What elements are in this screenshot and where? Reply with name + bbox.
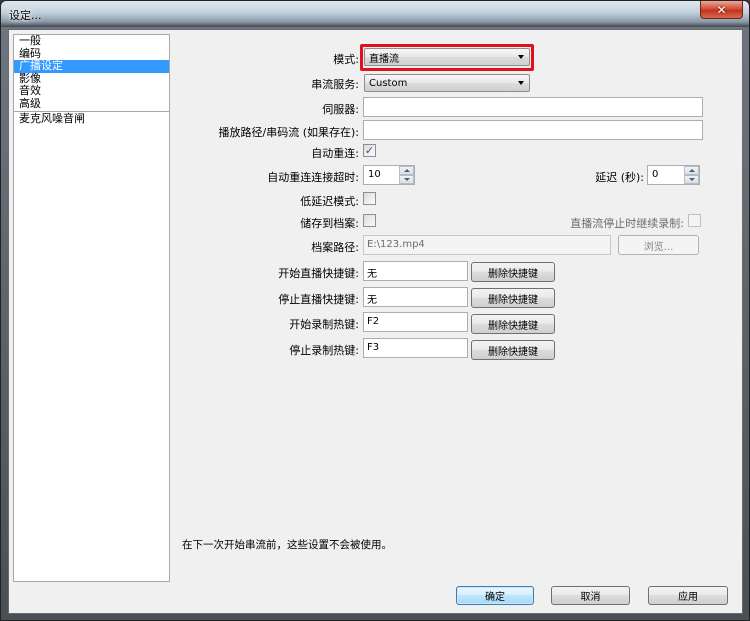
playpath-input[interactable] bbox=[363, 120, 703, 140]
clear-start-record-hotkey-button[interactable]: 删除快捷键 bbox=[471, 314, 555, 334]
spin-up-arrow-icon[interactable] bbox=[399, 166, 414, 175]
close-icon: ✕ bbox=[716, 2, 727, 17]
spin-up-arrow-icon[interactable] bbox=[684, 166, 699, 175]
server-label: 伺服器: bbox=[322, 103, 359, 116]
settings-note: 在下一次开始串流前，这些设置不会被使用。 bbox=[182, 539, 392, 551]
reconnect-timeout-label: 自动重连连接超时: bbox=[267, 171, 359, 184]
spin-down-arrow-icon[interactable] bbox=[399, 175, 414, 184]
checkmark-icon: ✓ bbox=[364, 144, 375, 157]
stop-stream-hotkey-label: 停止直播快捷键: bbox=[278, 293, 359, 306]
file-path-label: 档案路径: bbox=[311, 241, 359, 254]
clear-start-stream-hotkey-button[interactable]: 删除快捷键 bbox=[471, 262, 555, 282]
start-record-hotkey-label: 开始录制热键: bbox=[289, 318, 359, 331]
spin-down-arrow-icon[interactable] bbox=[684, 175, 699, 184]
service-label: 串流服务: bbox=[311, 78, 359, 91]
reconnect-timeout-value: 10 bbox=[368, 169, 381, 180]
start-stream-hotkey-input[interactable]: 无 bbox=[363, 261, 468, 281]
start-stream-hotkey-label: 开始直播快捷键: bbox=[278, 267, 359, 280]
clear-stop-record-hotkey-button[interactable]: 删除快捷键 bbox=[471, 340, 555, 360]
save-to-file-label: 储存到档案: bbox=[300, 217, 359, 230]
save-to-file-checkbox[interactable] bbox=[363, 214, 376, 227]
reconnect-timeout-spinbox[interactable]: 10 bbox=[363, 165, 415, 185]
browse-button[interactable]: 浏览... bbox=[618, 235, 699, 255]
spin-buttons bbox=[684, 166, 699, 184]
title-bar[interactable]: 设定... ✕ bbox=[1, 1, 749, 27]
chevron-down-icon bbox=[518, 81, 524, 85]
playpath-label: 播放路径/串码流 (如果存在): bbox=[218, 126, 360, 139]
keep-recording-label: 直播流停止时继续录制: bbox=[570, 217, 684, 230]
stop-record-hotkey-label: 停止录制热键: bbox=[289, 344, 359, 357]
mode-value: 直播流 bbox=[369, 53, 399, 65]
keep-recording-checkbox[interactable] bbox=[688, 214, 701, 227]
clear-stop-stream-hotkey-button[interactable]: 删除快捷键 bbox=[471, 288, 555, 308]
sidebar-item-audio[interactable]: 音效 bbox=[14, 84, 169, 98]
mode-label: 模式: bbox=[333, 53, 359, 66]
stop-stream-hotkey-input[interactable]: 无 bbox=[363, 287, 468, 307]
delay-label: 延迟 (秒): bbox=[595, 171, 644, 184]
service-value: Custom bbox=[369, 77, 408, 89]
settings-window: 设定... ✕ 一般 编码 广播设定 影像 音效 高级 麦克风噪音闸 模式: 直… bbox=[0, 0, 750, 621]
start-record-hotkey-input[interactable]: F2 bbox=[363, 312, 468, 332]
broadcast-settings-form: 模式: 直播流 串流服务: Custom 伺服器: 播放路径/串码流 (如果存在… bbox=[169, 30, 744, 615]
sidebar-item-advanced[interactable]: 高级 bbox=[14, 97, 169, 111]
low-latency-label: 低延迟模式: bbox=[300, 195, 359, 208]
low-latency-checkbox[interactable] bbox=[363, 192, 376, 205]
stop-record-hotkey-input[interactable]: F3 bbox=[363, 338, 468, 358]
chevron-down-icon bbox=[518, 55, 524, 59]
auto-reconnect-label: 自动重连: bbox=[311, 147, 359, 160]
close-button[interactable]: ✕ bbox=[700, 1, 743, 19]
mode-dropdown[interactable]: 直播流 bbox=[364, 48, 530, 66]
sidebar-item-general[interactable]: 一般 bbox=[14, 34, 169, 48]
spin-buttons bbox=[399, 166, 414, 184]
dialog-client: 一般 编码 广播设定 影像 音效 高级 麦克风噪音闸 模式: 直播流 串流服务:… bbox=[8, 29, 743, 614]
service-dropdown[interactable]: Custom bbox=[364, 74, 530, 92]
window-title: 设定... bbox=[9, 9, 42, 22]
server-input[interactable] bbox=[363, 97, 703, 117]
file-path-input[interactable]: E:\123.mp4 bbox=[363, 235, 611, 255]
settings-category-list[interactable]: 一般 编码 广播设定 影像 音效 高级 麦克风噪音闸 bbox=[13, 34, 170, 582]
sidebar-item-broadcast[interactable]: 广播设定 bbox=[14, 59, 169, 73]
cancel-button[interactable]: 取消 bbox=[551, 586, 630, 605]
auto-reconnect-checkbox[interactable]: ✓ bbox=[363, 144, 376, 157]
ok-button[interactable]: 确定 bbox=[456, 586, 534, 605]
delay-spinbox[interactable]: 0 bbox=[647, 165, 700, 185]
delay-value: 0 bbox=[652, 169, 659, 180]
apply-button[interactable]: 应用 bbox=[648, 586, 728, 605]
sidebar-item-noise-gate[interactable]: 麦克风噪音闸 bbox=[14, 112, 169, 126]
